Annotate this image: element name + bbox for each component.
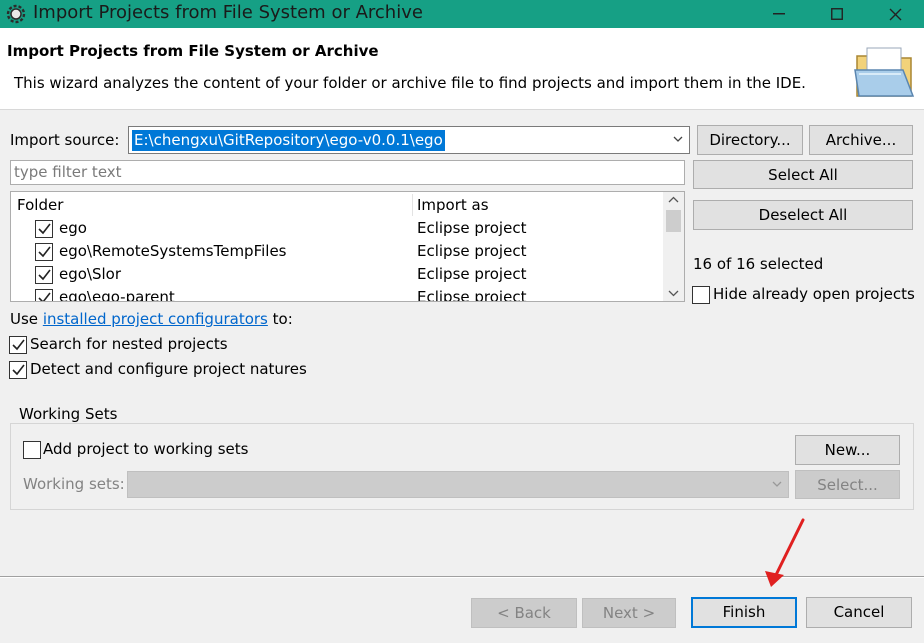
archive-button[interactable]: Archive... (809, 125, 913, 155)
row-folder: ego\ego-parent (59, 288, 175, 302)
row-import-as: Eclipse project (417, 242, 527, 260)
working-sets-title: Working Sets (17, 405, 120, 423)
directory-button[interactable]: Directory... (697, 125, 803, 155)
finish-button[interactable]: Finish (691, 597, 797, 628)
row-checkbox[interactable] (35, 289, 53, 301)
table-header: Folder Import as (11, 192, 661, 217)
configurators-link[interactable]: installed project configurators (43, 310, 268, 328)
column-import-as[interactable]: Import as (417, 196, 489, 214)
window-title: Import Projects from File System or Arch… (33, 2, 423, 23)
search-nested-checkbox[interactable] (9, 336, 27, 354)
import-source-label: Import source: (10, 131, 120, 149)
scrollbar-thumb[interactable] (666, 210, 681, 232)
row-folder: ego\Slor (59, 265, 122, 283)
row-import-as: Eclipse project (417, 265, 527, 283)
row-folder: ego\RemoteSystemsTempFiles (59, 242, 287, 260)
working-sets-label: Working sets: (23, 475, 125, 493)
row-import-as: Eclipse project (417, 219, 527, 237)
scroll-down-icon[interactable] (668, 289, 679, 297)
filter-placeholder: type filter text (14, 163, 122, 181)
wizard-description: This wizard analyzes the content of your… (14, 74, 806, 92)
deselect-all-button[interactable]: Deselect All (693, 200, 913, 230)
working-sets-combo (127, 471, 789, 498)
row-folder: ego (59, 219, 87, 237)
column-folder[interactable]: Folder (17, 196, 63, 214)
search-nested-label[interactable]: Search for nested projects (30, 335, 228, 353)
use-prefix: Use (10, 310, 39, 328)
detect-natures-checkbox[interactable] (9, 361, 27, 379)
selected-count: 16 of 16 selected (693, 255, 824, 273)
row-checkbox[interactable] (35, 220, 53, 238)
open-folder-icon (854, 47, 915, 97)
row-checkbox[interactable] (35, 266, 53, 284)
new-working-set-button[interactable]: New... (795, 435, 900, 465)
select-working-sets-button: Select... (795, 470, 900, 499)
hide-open-projects-checkbox[interactable] (692, 286, 710, 304)
next-button: Next > (582, 598, 676, 628)
select-all-button[interactable]: Select All (693, 160, 913, 189)
cancel-button[interactable]: Cancel (806, 597, 912, 628)
back-button: < Back (471, 598, 577, 628)
add-to-working-sets-label[interactable]: Add project to working sets (43, 440, 248, 458)
wizard-header: Import Projects from File System or Arch… (0, 28, 924, 110)
add-to-working-sets-checkbox[interactable] (23, 441, 41, 459)
import-source-value[interactable]: E:\chengxu\GitRepository\ego-v0.0.1\ego (132, 130, 445, 151)
table-row[interactable]: ego\ego-parent Eclipse project (11, 287, 661, 302)
chevron-down-icon (772, 481, 782, 487)
hide-open-projects-label[interactable]: Hide already open projects (713, 285, 915, 303)
table-scrollbar[interactable] (663, 192, 684, 301)
configurators-line: Use installed project configurators to: (10, 310, 293, 328)
filter-input[interactable]: type filter text (10, 160, 685, 185)
minimize-icon[interactable] (750, 0, 808, 28)
close-icon[interactable] (866, 0, 924, 28)
maximize-icon[interactable] (808, 0, 866, 28)
use-suffix: to: (272, 310, 293, 328)
table-row[interactable]: ego\RemoteSystemsTempFiles Eclipse proje… (11, 241, 661, 264)
table-row[interactable]: ego\Slor Eclipse project (11, 264, 661, 287)
annotation-arrow-icon (765, 518, 805, 587)
table-row[interactable]: ego Eclipse project (11, 218, 661, 241)
detect-natures-label[interactable]: Detect and configure project natures (30, 360, 307, 378)
chevron-down-icon[interactable] (673, 134, 683, 144)
row-import-as: Eclipse project (417, 288, 527, 302)
eclipse-gear-icon (6, 4, 26, 24)
scroll-up-icon[interactable] (668, 196, 679, 204)
title-bar: Import Projects from File System or Arch… (0, 0, 924, 28)
projects-table[interactable]: Folder Import as ego Eclipse project ego… (10, 191, 685, 302)
column-divider[interactable] (412, 194, 413, 216)
import-source-combo[interactable]: E:\chengxu\GitRepository\ego-v0.0.1\ego (128, 126, 690, 154)
row-checkbox[interactable] (35, 243, 53, 261)
wizard-title: Import Projects from File System or Arch… (7, 42, 379, 60)
